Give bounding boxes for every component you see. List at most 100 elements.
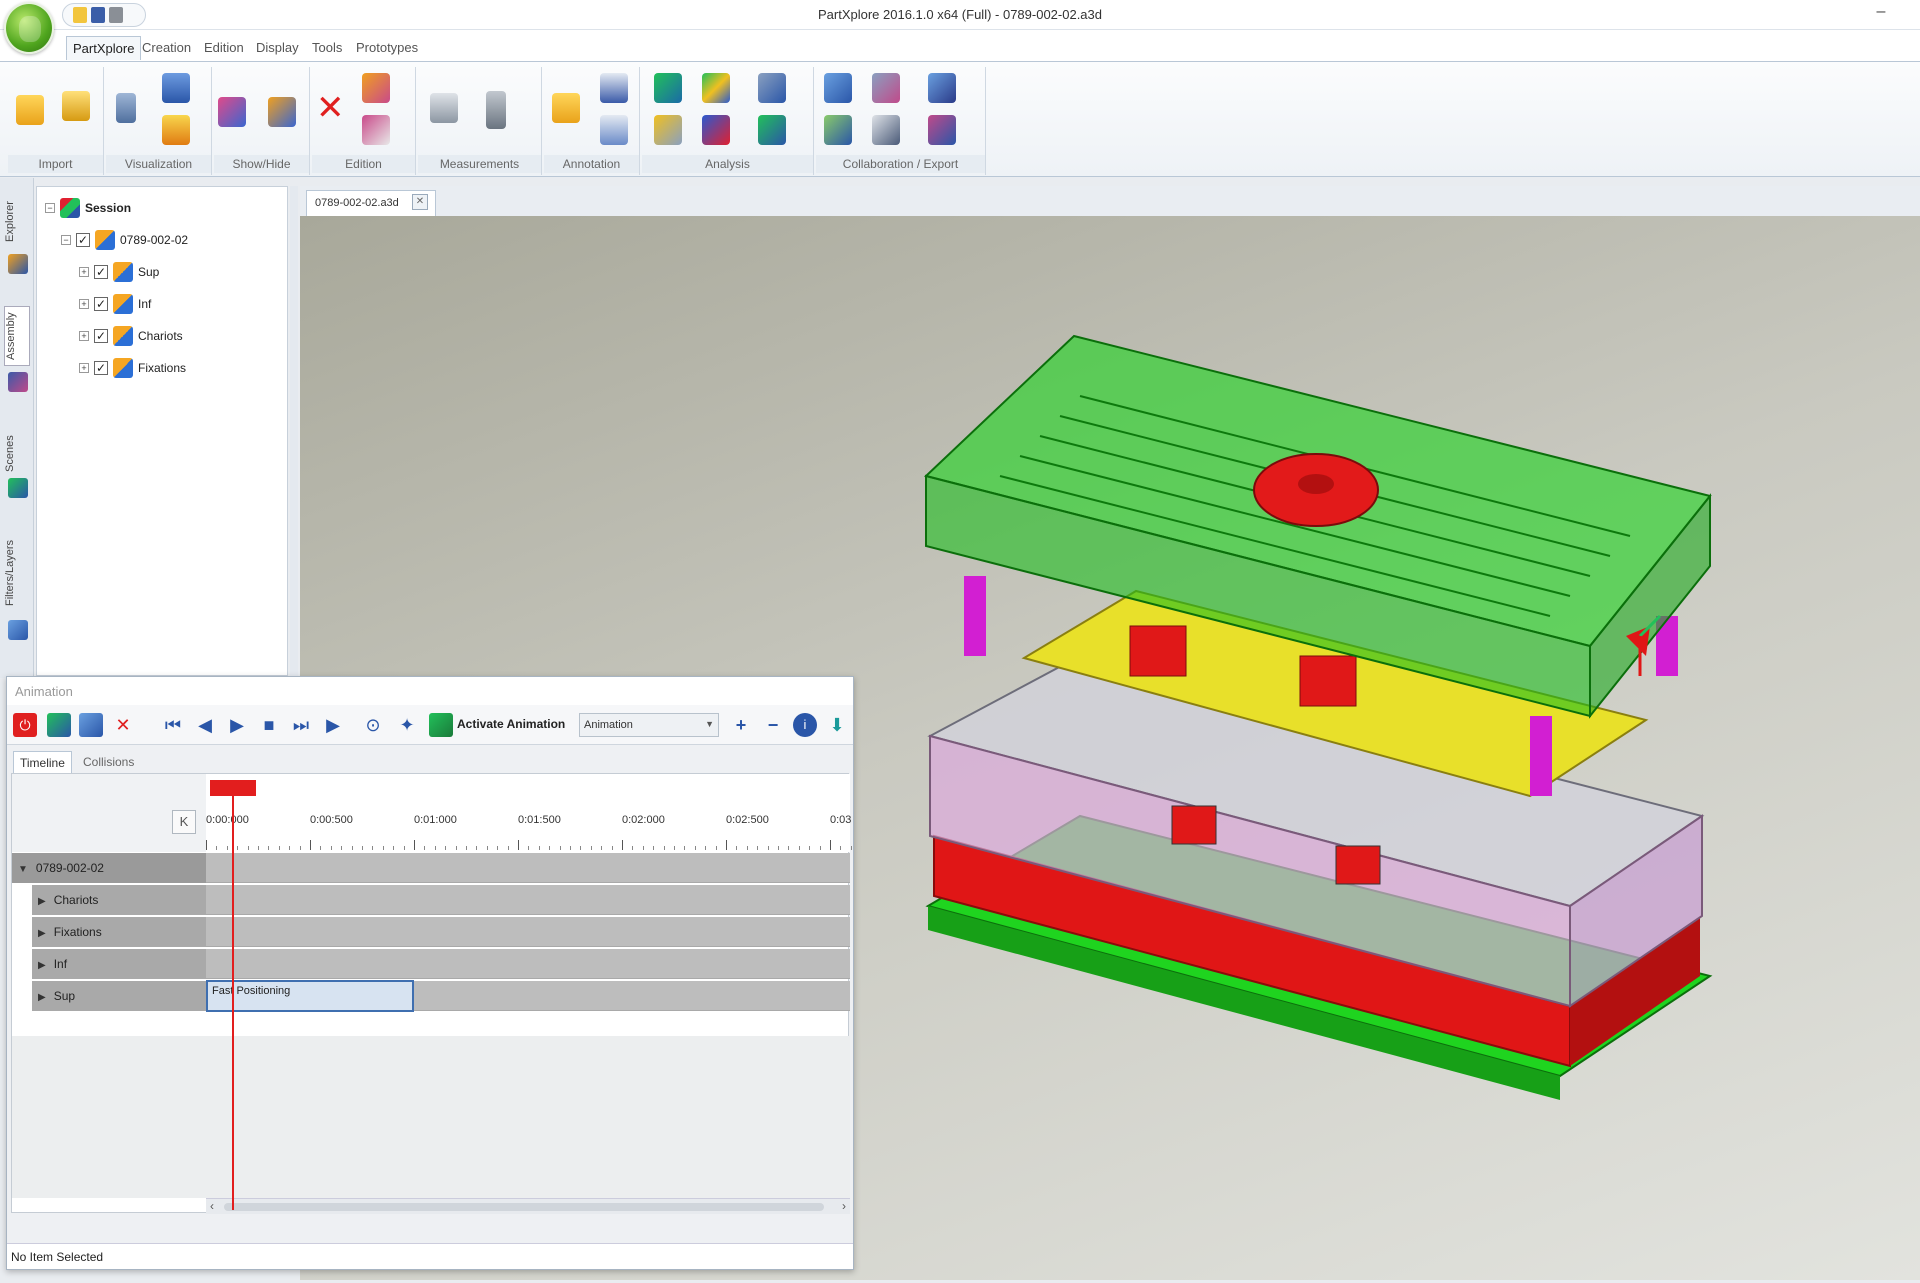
text-abc-icon[interactable] xyxy=(600,115,628,145)
remove-icon[interactable]: ✕ xyxy=(111,713,135,737)
export-icon[interactable]: ⬇ xyxy=(825,713,849,737)
playhead-line[interactable] xyxy=(232,780,234,1210)
step-icon[interactable]: ▶ xyxy=(321,713,345,737)
timeline-row-fixations[interactable]: ▶ Fixations xyxy=(12,916,850,948)
side-tab-explorer[interactable]: Explorer xyxy=(4,194,30,250)
info-icon[interactable]: i xyxy=(793,713,817,737)
show-icon[interactable] xyxy=(218,97,246,127)
collapse-icon[interactable]: − xyxy=(61,235,71,245)
expand-triangle-icon[interactable]: ▶ xyxy=(38,896,46,907)
pack-icon[interactable] xyxy=(872,115,900,145)
row-lane[interactable] xyxy=(206,853,850,883)
plus-icon[interactable]: + xyxy=(729,713,753,737)
delete-icon[interactable]: ✕ xyxy=(316,91,345,125)
hide-icon[interactable] xyxy=(268,97,296,127)
scroll-left-icon[interactable]: ‹ xyxy=(210,1199,214,1213)
expand-icon[interactable]: + xyxy=(79,363,89,373)
tree-node-inf[interactable]: + ✓ Inf xyxy=(79,293,151,315)
render-mode-icon[interactable] xyxy=(162,115,190,145)
minimize-button[interactable]: – xyxy=(1870,3,1892,23)
tab-prototypes[interactable]: Prototypes xyxy=(350,36,424,60)
visibility-checkbox[interactable]: ✓ xyxy=(76,233,90,247)
compare-icon[interactable] xyxy=(654,115,682,145)
rewind-start-icon[interactable]: ⏮ xyxy=(161,713,185,737)
save-as-icon[interactable] xyxy=(928,73,956,103)
expand-triangle-icon[interactable]: ▶ xyxy=(38,992,46,1003)
explorer-icon[interactable] xyxy=(8,254,28,274)
visibility-checkbox[interactable]: ✓ xyxy=(94,265,108,279)
tree-node-chariots[interactable]: + ✓ Chariots xyxy=(79,325,183,347)
app-menu-button[interactable] xyxy=(4,2,54,54)
expand-icon[interactable]: + xyxy=(79,331,89,341)
activate-animation-icon[interactable] xyxy=(429,713,453,737)
visibility-checkbox[interactable]: ✓ xyxy=(94,297,108,311)
forward-end-icon[interactable]: ⏭ xyxy=(289,713,313,737)
activate-animation-label[interactable]: Activate Animation xyxy=(457,717,565,731)
tab-tools[interactable]: Tools xyxy=(306,36,348,60)
note-icon[interactable] xyxy=(600,73,628,103)
animation-select[interactable]: Animation ▼ xyxy=(579,713,719,737)
draft-analysis-icon[interactable] xyxy=(654,73,682,103)
axis-icon[interactable]: ✦ xyxy=(395,713,419,737)
layers-icon[interactable] xyxy=(8,620,28,640)
report-icon[interactable] xyxy=(928,115,956,145)
section-icon[interactable] xyxy=(116,93,136,123)
publish-icon[interactable] xyxy=(824,115,852,145)
expand-icon[interactable]: + xyxy=(79,267,89,277)
share-icon[interactable] xyxy=(824,73,852,103)
side-tab-assembly[interactable]: Assembly xyxy=(4,306,30,366)
tab-collisions[interactable]: Collisions xyxy=(77,751,140,773)
tab-edition[interactable]: Edition xyxy=(198,36,250,60)
assembly-icon[interactable] xyxy=(8,372,28,392)
tree-node-session[interactable]: − Session xyxy=(45,197,131,219)
expand-triangle-icon[interactable]: ▶ xyxy=(38,960,46,971)
volume-icon[interactable] xyxy=(702,115,730,145)
play-icon[interactable]: ▶ xyxy=(225,713,249,737)
timeline-row-inf[interactable]: ▶ Inf xyxy=(12,948,850,980)
zoom-fit-icon[interactable]: ⊙ xyxy=(361,713,385,737)
visibility-checkbox[interactable]: ✓ xyxy=(94,361,108,375)
add-track-icon[interactable] xyxy=(47,713,71,737)
row-lane[interactable] xyxy=(206,885,850,915)
view-cube-icon[interactable] xyxy=(162,73,190,103)
edit-track-icon[interactable] xyxy=(79,713,103,737)
scrollbar-thumb[interactable] xyxy=(224,1203,824,1211)
thickness-icon[interactable] xyxy=(702,73,730,103)
edit-part-icon[interactable] xyxy=(362,115,390,145)
visibility-checkbox[interactable]: ✓ xyxy=(94,329,108,343)
annotation-icon[interactable] xyxy=(552,93,580,123)
transform-icon[interactable] xyxy=(362,73,390,103)
tab-creation[interactable]: Creation xyxy=(136,36,197,60)
scroll-right-icon[interactable]: › xyxy=(842,1199,846,1213)
scenes-icon[interactable] xyxy=(8,478,28,498)
power-icon[interactable]: ⏻ xyxy=(13,713,37,737)
stop-icon[interactable]: ■ xyxy=(257,713,281,737)
collapse-triangle-icon[interactable]: ▼ xyxy=(18,864,28,875)
minus-icon[interactable]: − xyxy=(761,713,785,737)
horizontal-scrollbar[interactable]: ‹ › xyxy=(206,1198,850,1214)
row-lane[interactable] xyxy=(206,949,850,979)
play-backward-icon[interactable]: ◀ xyxy=(193,713,217,737)
export-3d-icon[interactable] xyxy=(872,73,900,103)
keyframe-button[interactable]: K xyxy=(172,810,196,834)
side-tab-scenes[interactable]: Scenes xyxy=(4,426,30,482)
timeline-row-assembly[interactable]: ▼ 0789-002-02 xyxy=(12,852,850,884)
tab-display[interactable]: Display xyxy=(250,36,305,60)
caliper-icon[interactable] xyxy=(430,93,458,123)
timeline-row-sup[interactable]: ▶ Sup Fast Positioning xyxy=(12,980,850,1012)
animation-clip[interactable]: Fast Positioning xyxy=(206,980,414,1012)
tree-node-fixations[interactable]: + ✓ Fixations xyxy=(79,357,186,379)
tree-node-assembly[interactable]: − ✓ 0789-002-02 xyxy=(61,229,188,251)
expand-icon[interactable]: + xyxy=(79,299,89,309)
expand-triangle-icon[interactable]: ▶ xyxy=(38,928,46,939)
tab-partxplore[interactable]: PartXplore xyxy=(66,36,142,60)
info-icon[interactable] xyxy=(758,73,786,103)
close-tab-icon[interactable]: ✕ xyxy=(412,194,428,210)
timeline-ruler[interactable]: 0:00:000 0:00:500 0:01:000 0:01:500 0:02… xyxy=(206,774,852,852)
import-icon[interactable] xyxy=(62,91,90,121)
collapse-icon[interactable]: − xyxy=(45,203,55,213)
timeline-row-chariots[interactable]: ▶ Chariots xyxy=(12,884,850,916)
row-lane[interactable] xyxy=(206,917,850,947)
open-file-icon[interactable] xyxy=(16,95,44,125)
measure-icon[interactable] xyxy=(486,91,506,129)
